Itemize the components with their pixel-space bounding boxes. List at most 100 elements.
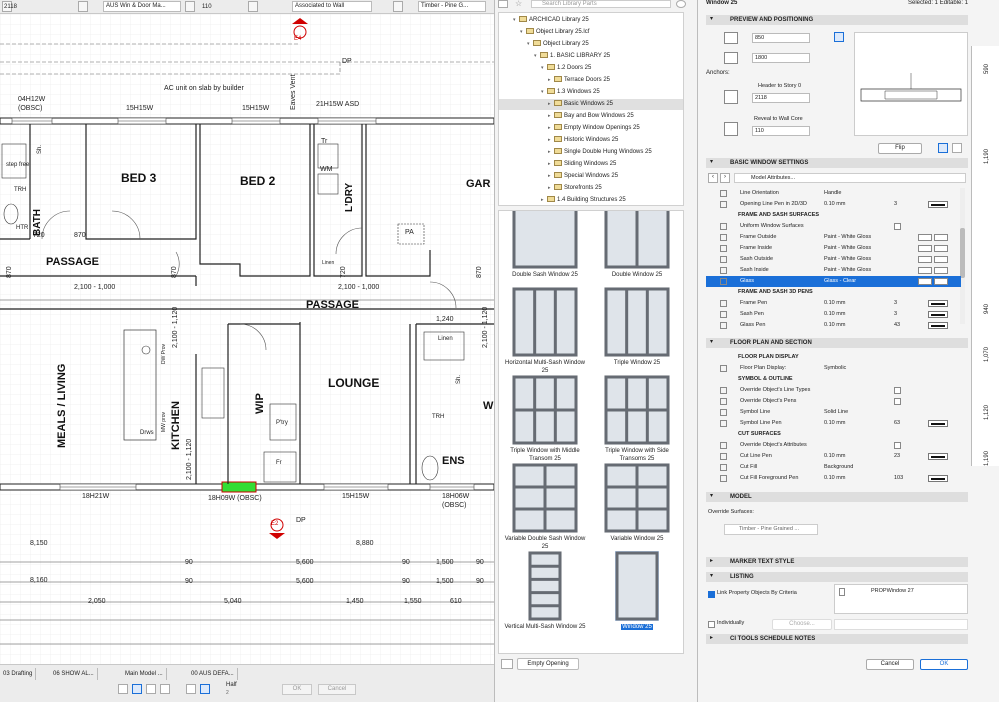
surface-swatch-icon[interactable] (918, 267, 932, 274)
chevron-down-icon[interactable]: ▾ (710, 158, 713, 165)
property-row[interactable]: Override Object's Pens (706, 396, 961, 407)
section-floor-plan[interactable]: FLOOR PLAN AND SECTION (706, 338, 968, 348)
subsection-header[interactable]: FRAME AND SASH SURFACES (706, 210, 961, 220)
pen-number[interactable]: 23 (894, 451, 900, 462)
height-field[interactable]: 1800 (752, 53, 810, 63)
pen-number[interactable]: 103 (894, 473, 903, 484)
gear-icon[interactable] (676, 0, 686, 8)
library-item[interactable]: Double Window 25 (593, 211, 681, 279)
tab-show-all[interactable]: 06 SHOW AL... (50, 668, 98, 680)
page-dropdown[interactable]: Model Attributes... (734, 173, 966, 183)
pen-swatch-icon[interactable] (928, 201, 948, 208)
property-row[interactable]: Frame Outside Paint - White Gloss (706, 232, 961, 243)
chevron-down-icon[interactable]: ▾ (710, 15, 718, 23)
property-row[interactable]: Override Object's Attributes (706, 440, 961, 451)
property-row[interactable]: Symbol Line Solid Line (706, 407, 961, 418)
checkbox[interactable] (894, 442, 901, 449)
surface-swatch-icon[interactable] (934, 245, 948, 252)
library-item[interactable]: Triple Window with Side Transoms 25 (593, 375, 681, 463)
association-dropdown[interactable]: Associated to Wall (292, 1, 372, 12)
individually-checkbox[interactable] (708, 621, 715, 628)
chevron-down-icon[interactable]: ▾ (710, 572, 713, 579)
surface-swatch-icon[interactable] (934, 267, 948, 274)
property-row[interactable]: Cut Line Pen 0.10 mm 23 (706, 451, 961, 462)
pen-swatch-icon[interactable] (928, 420, 948, 427)
tree-item[interactable]: ▸ Bay and Bow Windows 25 (499, 111, 683, 122)
tree-item[interactable]: ▸ Historic Windows 25 (499, 135, 683, 146)
pan-icon[interactable] (160, 684, 170, 694)
section-model[interactable]: MODEL (706, 492, 968, 502)
property-value[interactable]: Solid Line (824, 407, 848, 418)
surface-swatch-icon[interactable] (918, 245, 932, 252)
reveal-icon[interactable] (724, 122, 738, 136)
reveal-dropdown[interactable]: Reveal to Wall Core (754, 116, 803, 122)
property-row[interactable]: Frame Pen 0.10 mm 3 (706, 298, 961, 309)
property-value[interactable]: 0.10 mm (824, 451, 845, 462)
plan-view-icon[interactable] (834, 32, 844, 42)
property-value[interactable]: 0.10 mm (824, 199, 845, 210)
property-row[interactable]: Override Object's Line Types (706, 385, 961, 396)
property-row[interactable]: Sash Inside Paint - White Gloss (706, 265, 961, 276)
property-row[interactable]: Uniform Window Surfaces (706, 221, 961, 232)
prev-arrow-icon[interactable]: ‹ (708, 173, 718, 183)
story-icon[interactable] (248, 1, 258, 12)
tree-item[interactable]: ▸ Special Windows 25 (499, 171, 683, 182)
marker-dropdown[interactable]: AUS Win & Door Ma... (103, 1, 181, 12)
pen-swatch-icon[interactable] (928, 300, 948, 307)
section-listing[interactable]: LISTING (706, 572, 968, 582)
chevron-right-icon[interactable]: ▸ (710, 634, 713, 641)
property-value[interactable]: Paint - White Gloss (824, 232, 871, 243)
elevation-marker-e2[interactable]: E2 (271, 521, 278, 527)
zoom-out-icon[interactable] (146, 684, 156, 694)
library-item[interactable]: Variable Window 25 (593, 463, 681, 543)
property-value[interactable]: Paint - White Gloss (824, 265, 871, 276)
tree-item[interactable]: ▸ Single Double Hung Windows 25 (499, 147, 683, 158)
opening-side-alt-icon[interactable] (952, 143, 962, 153)
reveal-field[interactable]: 110 (752, 126, 810, 136)
library-item[interactable]: Horizontal Multi-Sash Window 25 (501, 287, 589, 375)
tree-item[interactable]: ▸ Storefronts 25 (499, 183, 683, 194)
anchor-icon[interactable] (185, 1, 195, 12)
library-item[interactable]: Triple Window 25 (593, 287, 681, 367)
property-value[interactable]: Symbolic (824, 363, 846, 374)
library-item[interactable]: Double Sash Window 25 (501, 211, 589, 279)
library-item[interactable]: Vertical Multi-Sash Window 25 (501, 551, 589, 631)
pen-number[interactable]: 43 (894, 320, 900, 331)
pen-swatch-icon[interactable] (928, 311, 948, 318)
property-row[interactable]: Floor Plan Display: Symbolic (706, 363, 961, 374)
individual-property-field[interactable] (834, 619, 968, 630)
property-value[interactable]: 0.10 mm (824, 320, 845, 331)
scale-label[interactable]: Half (226, 682, 237, 688)
tree-item[interactable]: ▾ 1.3 Windows 25 (499, 87, 683, 98)
subsection-header[interactable]: FLOOR PLAN DISPLAY (706, 352, 961, 362)
fit-window-icon[interactable] (132, 684, 142, 694)
checkbox[interactable] (894, 223, 901, 230)
pen-number[interactable]: 3 (894, 199, 897, 210)
surface-swatch-icon[interactable] (934, 234, 948, 241)
empty-opening-button[interactable]: Empty Opening (517, 658, 579, 670)
section-ci-tools[interactable]: CI TOOLS SCHEDULE NOTES (706, 634, 968, 644)
elevation-marker-e4[interactable]: E4 (294, 36, 301, 42)
surface-swatch-icon[interactable] (393, 1, 403, 12)
pen-number[interactable]: 3 (894, 298, 897, 309)
zoom-in-icon[interactable] (118, 684, 128, 694)
property-row[interactable]: Cut Fill Background (706, 462, 961, 473)
guide-icon[interactable] (200, 684, 210, 694)
surface-swatch-icon[interactable] (918, 256, 932, 263)
tree-item[interactable]: ▾ 1. BASIC LIBRARY 25 (499, 51, 683, 62)
ok-button[interactable]: OK (920, 659, 968, 670)
pen-swatch-icon[interactable] (928, 322, 948, 329)
property-value[interactable]: Handle (824, 188, 841, 199)
property-value[interactable]: Paint - White Gloss (824, 243, 871, 254)
tree-item[interactable]: ▸ Empty Window Openings 25 (499, 123, 683, 134)
property-row[interactable]: Glass Glass - Clear (706, 276, 961, 287)
tree-item[interactable]: ▾ ARCHICAD Library 25 (499, 15, 683, 26)
surface-dropdown[interactable]: Timber - Pine G... (418, 1, 486, 12)
anchor-grid-icon[interactable] (724, 90, 738, 104)
window-label-18h09w[interactable]: 18H09W (OBSC) (208, 495, 262, 502)
subsection-header[interactable]: CUT SURFACES (706, 429, 961, 439)
tab-main-model[interactable]: Main Model ... (122, 668, 167, 680)
property-row[interactable]: Line Orientation Handle (706, 188, 961, 199)
section-basic-window[interactable]: BASIC WINDOW SETTINGS (706, 158, 968, 168)
header-height-field[interactable]: 2118 (2, 3, 72, 14)
